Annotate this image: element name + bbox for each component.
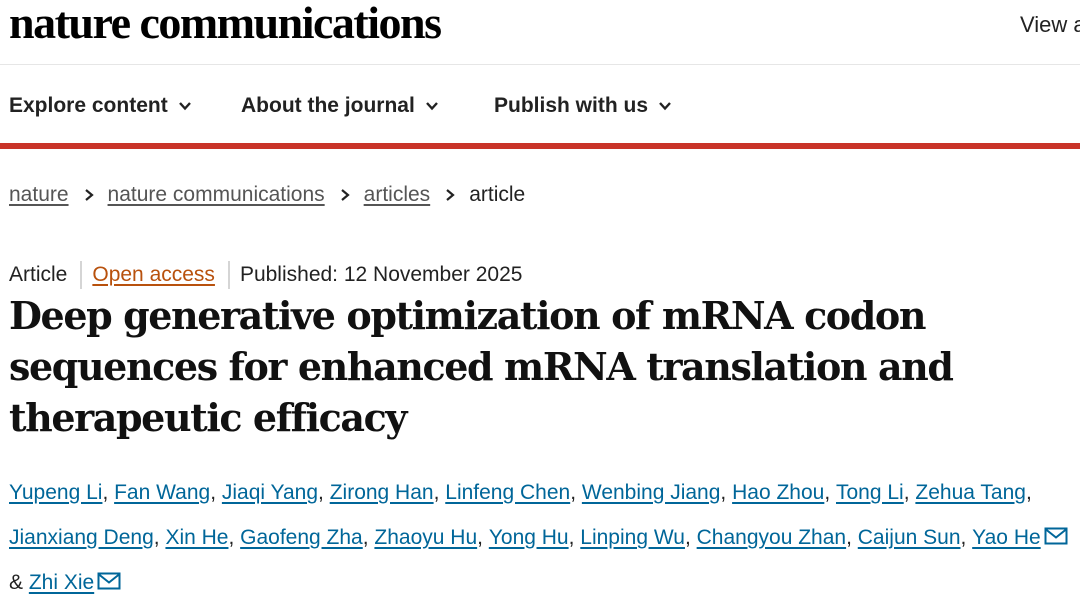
author-separator: , [153,526,166,549]
published-date: Published: 12 November 2025 [239,263,523,286]
nav-explore-content[interactable]: Explore content [9,86,192,126]
author-list: Yupeng Li, Fan Wang, Jiaqi Yang, Zirong … [9,470,1074,605]
breadcrumb-nature-communications[interactable]: nature communications [108,183,325,207]
article-meta: Article Open access Published: 12 Novemb… [9,259,522,291]
author-item: Jiaqi Yang, [222,481,330,504]
author-item: Zehua Tang, [915,481,1031,504]
author-item: Changyou Zhan, [697,526,858,549]
author-link[interactable]: Linping Wu [580,526,685,549]
article-type: Article [9,263,68,286]
breadcrumb-nature[interactable]: nature [9,183,69,207]
author-separator: , [362,526,375,549]
author-separator: , [684,526,697,549]
author-item: Yupeng Li, [9,481,114,504]
author-separator: , [433,481,446,504]
chevron-right-icon [84,189,94,201]
nav-item-label: About the journal [241,94,415,117]
author-item: Tong Li, [836,481,915,504]
author-separator: & [9,571,29,594]
author-item: Linping Wu, [580,526,696,549]
author-link[interactable]: Xin He [165,526,228,549]
author-separator: , [102,481,115,504]
author-item: Linfeng Chen, [445,481,582,504]
chevron-down-icon [425,102,438,111]
nav-item-label: Publish with us [494,94,649,117]
author-separator: , [960,526,973,549]
author-link[interactable]: Tong Li [836,481,904,504]
journal-logo[interactable]: nature communications [9,0,442,48]
author-item: Zhi Xie [29,571,121,594]
mail-icon[interactable] [1044,527,1068,545]
breadcrumb: nature nature communications articles ar… [9,180,525,210]
author-separator: , [318,481,330,504]
author-link[interactable]: Gaofeng Zha [240,526,363,549]
author-item: Gaofeng Zha, [240,526,374,549]
meta-divider [227,261,230,289]
author-item: Caijun Sun, [858,526,972,549]
author-separator: , [228,526,241,549]
nav-item-label: Explore content [9,94,168,117]
author-separator: , [568,526,581,549]
nav-about-the-journal[interactable]: About the journal [241,86,439,126]
author-separator: , [477,526,489,549]
author-item: Zirong Han, [330,481,446,504]
author-link[interactable]: Fan Wang [114,481,210,504]
author-item: Zhaoyu Hu, [374,526,488,549]
accent-bar [0,143,1080,149]
open-access-link[interactable]: Open access [92,263,215,287]
author-link[interactable]: Zhaoyu Hu [374,526,477,549]
author-link[interactable]: Yupeng Li [9,481,102,504]
breadcrumb-current: article [469,183,526,206]
chevron-down-icon [178,102,191,111]
author-separator: , [210,481,222,504]
mail-icon[interactable] [97,572,121,590]
chevron-right-icon [340,189,350,201]
chevron-right-icon [446,189,455,201]
author-item: Yong Hu, [489,526,580,549]
article-title: Deep generative optimization of mRNA cod… [9,293,954,440]
author-link[interactable]: Zehua Tang [915,481,1026,504]
nav-publish-with-us[interactable]: Publish with us [494,86,672,126]
author-item: Jianxiang Deng, [9,526,165,549]
author-link[interactable]: Jianxiang Deng [9,526,154,549]
breadcrumb-articles[interactable]: articles [364,183,431,207]
author-separator: , [903,481,916,504]
author-separator: , [824,481,836,504]
author-link[interactable]: Caijun Sun [858,526,961,549]
author-separator: , [570,481,582,504]
meta-divider [80,261,83,289]
author-item: Hao Zhou, [732,481,836,504]
author-link[interactable]: Changyou Zhan [697,526,846,549]
author-separator: , [1025,481,1032,504]
author-item: Xin He, [165,526,240,549]
header-divider [0,64,1080,65]
author-link[interactable]: Hao Zhou [732,481,824,504]
author-item: Fan Wang, [114,481,222,504]
author-link[interactable]: Zirong Han [330,481,434,504]
author-link[interactable]: Linfeng Chen [445,481,570,504]
author-link[interactable]: Yao He [972,526,1041,549]
author-link[interactable]: Zhi Xie [29,571,94,594]
author-link[interactable]: Yong Hu [489,526,569,549]
author-link[interactable]: Wenbing Jiang [582,481,721,504]
chevron-down-icon [659,102,671,111]
view-all-journals-link[interactable]: View a [1020,12,1080,38]
author-item: Wenbing Jiang, [582,481,732,504]
author-separator: , [846,526,858,549]
author-link[interactable]: Jiaqi Yang [222,481,318,504]
author-separator: , [720,481,733,504]
